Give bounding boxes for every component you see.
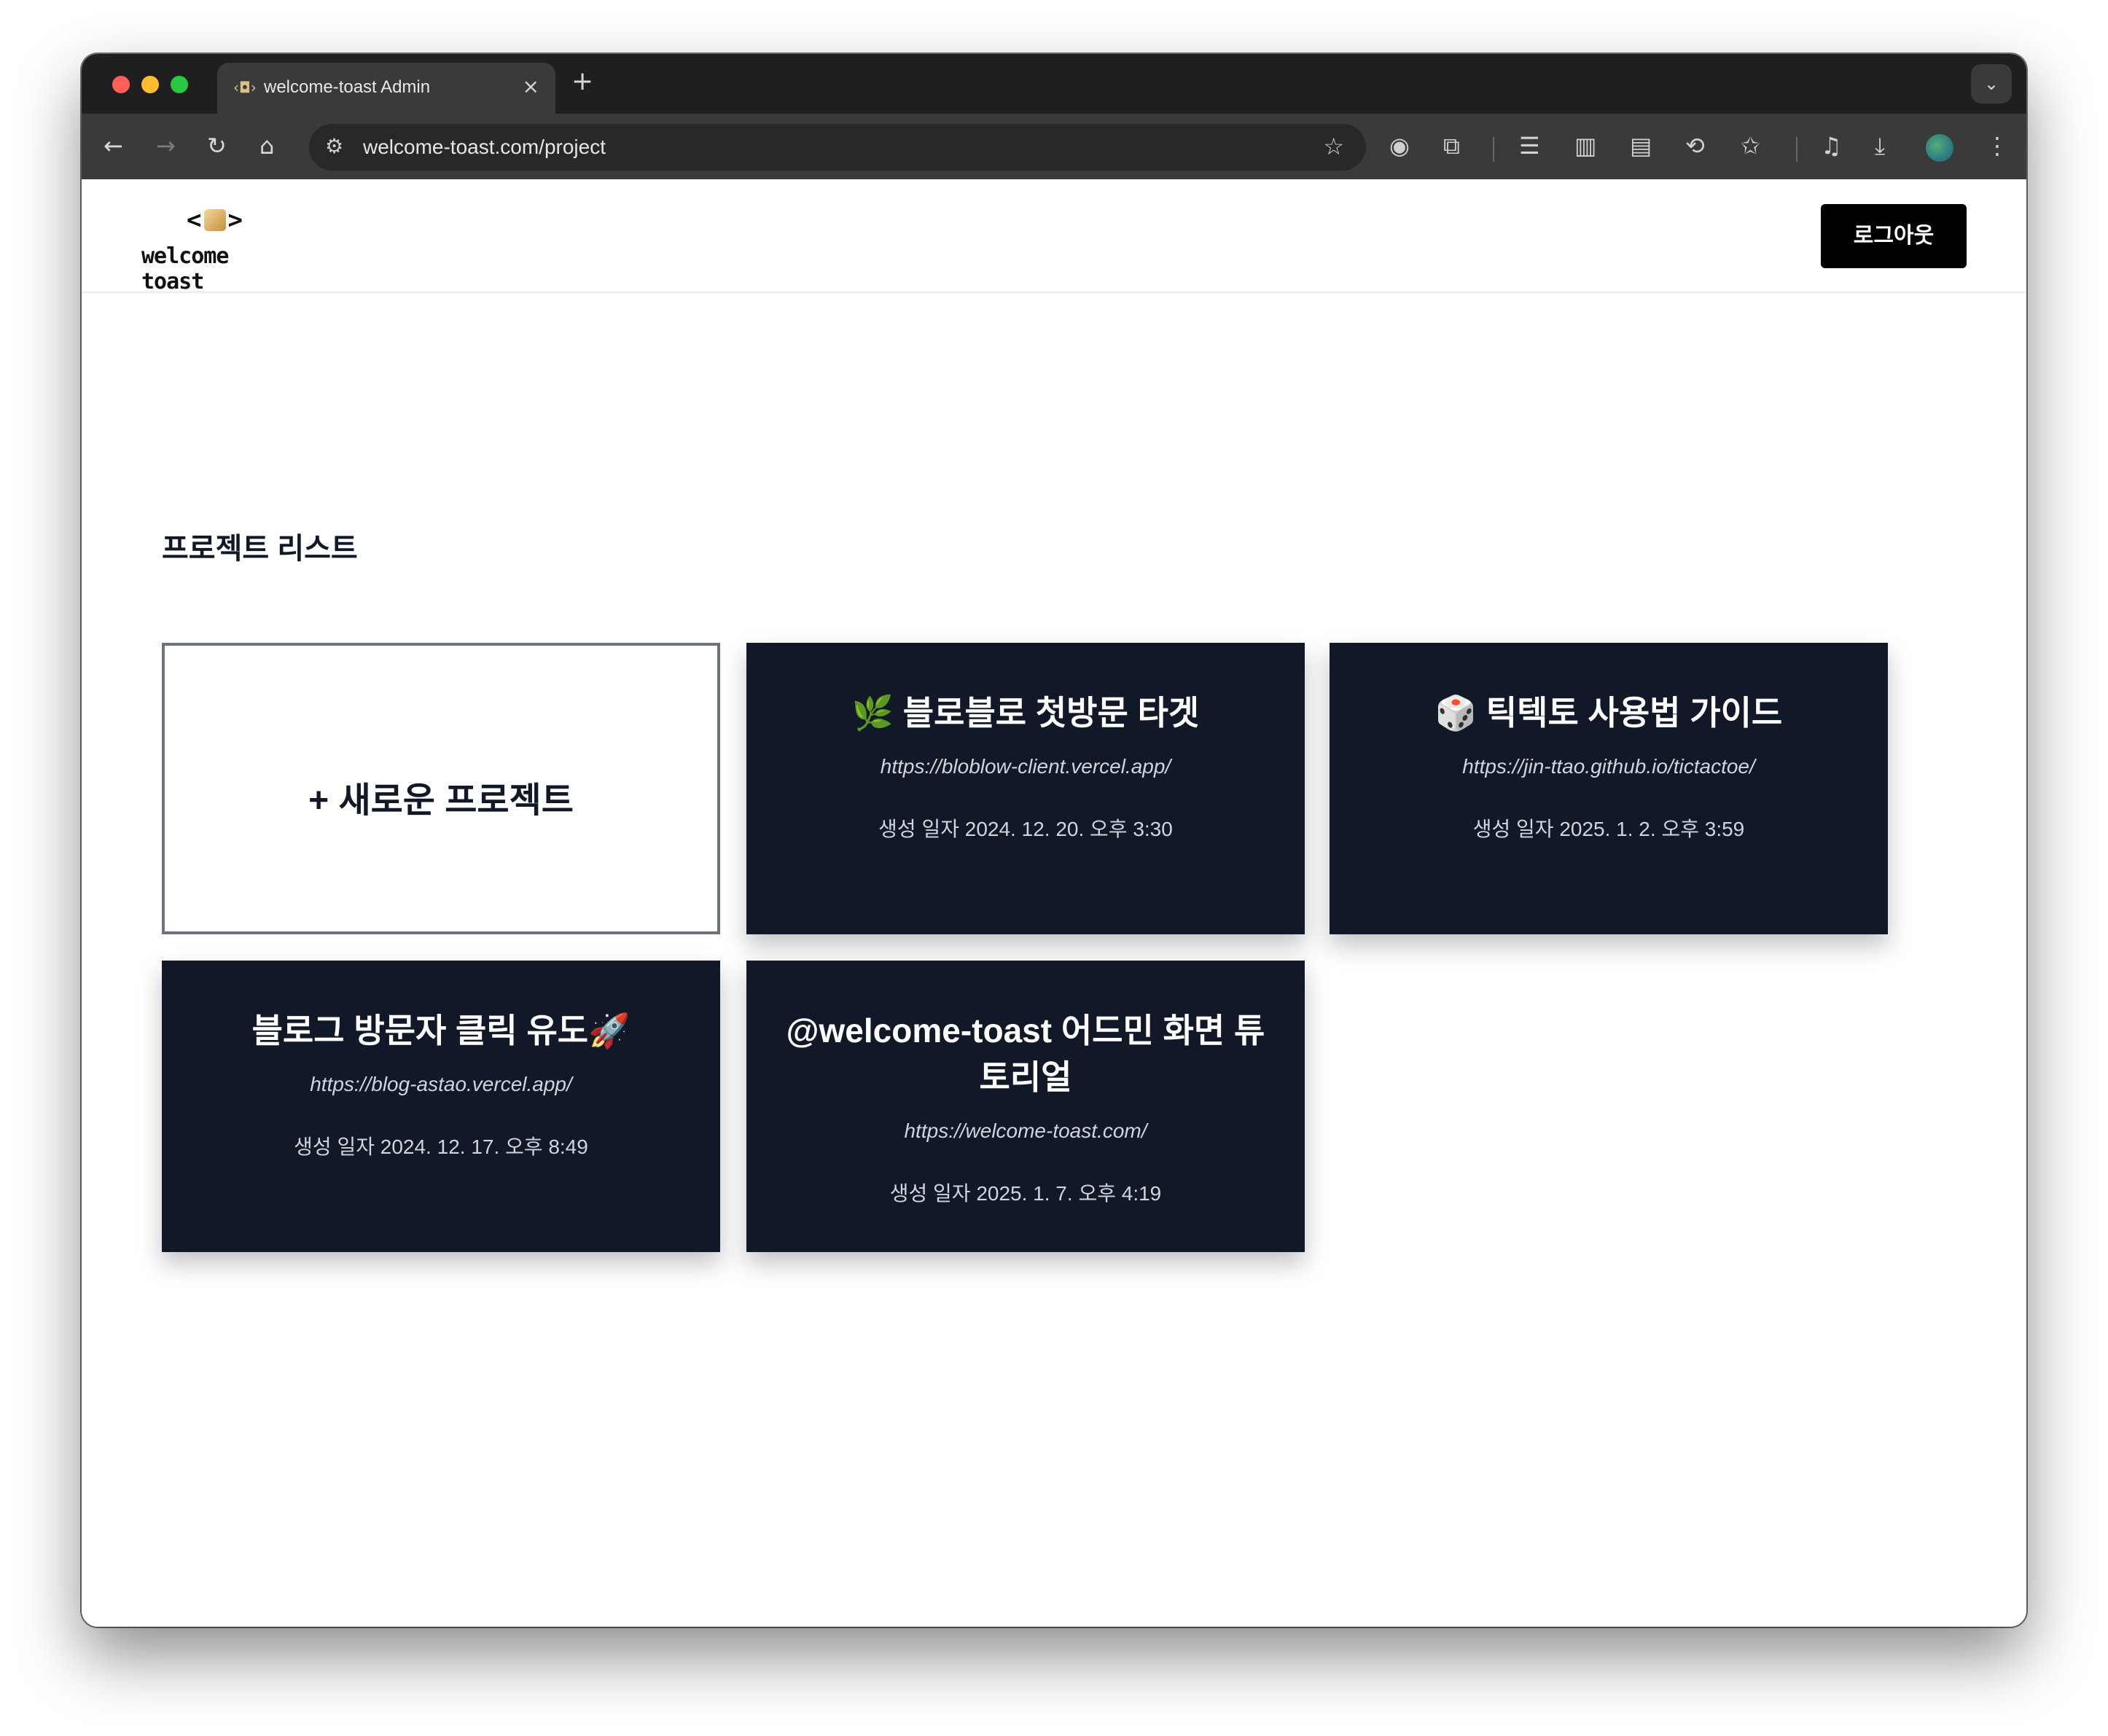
bookmarks-icon[interactable]: ✩ xyxy=(1741,131,1760,160)
address-bar[interactable]: ⚙ welcome-toast.com/project ☆ xyxy=(309,124,1366,171)
menu-icon[interactable]: ⋮ xyxy=(1986,131,2009,160)
logo-bracket-right: > xyxy=(227,206,244,235)
project-url: https://jin-ttao.github.io/tictactoe/ xyxy=(1462,755,1755,778)
project-url: https://bloblow-client.vercel.app/ xyxy=(880,755,1171,778)
bookmark-star-icon[interactable]: ☆ xyxy=(1323,133,1344,160)
maximize-window-button[interactable] xyxy=(171,76,188,93)
project-url: https://welcome-toast.com/ xyxy=(904,1119,1147,1142)
logo-mark: < > xyxy=(187,206,244,235)
forward-icon[interactable]: → xyxy=(156,133,176,159)
tab-active[interactable]: ‹◘› welcome-toast Admin × xyxy=(217,63,555,114)
logo[interactable]: < > welcome toast xyxy=(141,206,294,294)
logo-bracket-left: < xyxy=(187,206,203,235)
new-project-label: + 새로운 프로젝트 xyxy=(308,781,574,820)
history-icon[interactable]: ⟲ xyxy=(1685,131,1705,160)
project-title: 블로그 방문자 클릭 유도🚀 xyxy=(251,1012,631,1049)
project-created-date: 생성 일자 2024. 12. 17. 오후 8:49 xyxy=(294,1135,588,1158)
reload-icon[interactable]: ↻ xyxy=(207,133,227,159)
list-icon[interactable]: ☰ xyxy=(1519,131,1540,160)
profile-avatar[interactable] xyxy=(1926,134,1953,162)
project-created-date: 생성 일자 2025. 1. 7. 오후 4:19 xyxy=(889,1182,1162,1205)
project-url: https://blog-astao.vercel.app/ xyxy=(310,1073,572,1095)
project-title: @welcome-toast 어드민 화면 튜토리얼 xyxy=(786,1012,1265,1096)
page-content: < > welcome toast 로그아웃 프로젝트 리스트 + 새로운 프로젝… xyxy=(82,179,2026,1627)
site-info-icon[interactable]: ⚙ xyxy=(325,134,343,158)
project-title: 🎲 틱텍토 사용법 가이드 xyxy=(1434,694,1783,732)
project-card[interactable]: 블로그 방문자 클릭 유도🚀 https://blog-astao.vercel… xyxy=(162,961,720,1252)
reading-mode-icon[interactable]: ▥ xyxy=(1574,131,1596,160)
project-card[interactable]: @welcome-toast 어드민 화면 튜토리얼 https://welco… xyxy=(746,961,1305,1252)
site-header: < > welcome toast 로그아웃 xyxy=(82,179,2026,294)
project-card[interactable]: 🌿 블로블로 첫방문 타겟 https://bloblow-client.ver… xyxy=(746,643,1305,934)
tab-close-icon[interactable]: × xyxy=(523,74,539,98)
side-panel-icon[interactable]: ▤ xyxy=(1630,131,1652,160)
download-icon[interactable]: ⤓ xyxy=(1875,131,1885,160)
minimize-window-button[interactable] xyxy=(141,76,159,93)
project-card[interactable]: 🎲 틱텍토 사용법 가이드 https://jin-ttao.github.io… xyxy=(1330,643,1888,934)
toolbar-divider xyxy=(1493,137,1494,162)
logout-button[interactable]: 로그아웃 xyxy=(1821,204,1967,268)
browser-toolbar: ← → ↻ ⌂ ⚙ welcome-toast.com/project ☆ ◉ … xyxy=(82,114,2026,179)
tab-title: welcome-toast Admin xyxy=(264,77,431,97)
url-text: welcome-toast.com/project xyxy=(363,136,606,158)
close-window-button[interactable] xyxy=(112,76,130,93)
toolbar-divider xyxy=(1796,137,1797,162)
extensions-icon[interactable]: ⧉ xyxy=(1443,131,1460,160)
favicon-icon: ‹◘› xyxy=(233,79,257,96)
back-icon[interactable]: ← xyxy=(104,133,123,159)
project-title: 🌿 블로블로 첫방문 타겟 xyxy=(851,694,1200,732)
browser-window: ‹◘› welcome-toast Admin × + ⌄ ← → ↻ ⌂ ⚙ … xyxy=(82,54,2026,1627)
tab-search-icon[interactable]: ⌄ xyxy=(1971,64,2012,103)
section-title: 프로젝트 리스트 xyxy=(162,533,358,565)
logo-text: welcome toast xyxy=(141,243,229,294)
home-icon[interactable]: ⌂ xyxy=(259,133,274,159)
new-project-card[interactable]: + 새로운 프로젝트 xyxy=(162,643,720,934)
tab-strip: ‹◘› welcome-toast Admin × + ⌄ xyxy=(82,54,2026,114)
camera-icon[interactable]: ◉ xyxy=(1389,131,1410,160)
new-tab-icon[interactable]: + xyxy=(571,69,593,95)
project-created-date: 생성 일자 2025. 1. 2. 오후 3:59 xyxy=(1472,818,1745,840)
toast-icon xyxy=(204,209,227,231)
project-created-date: 생성 일자 2024. 12. 20. 오후 3:30 xyxy=(878,818,1173,840)
media-icon[interactable]: ♫ xyxy=(1821,131,1842,160)
